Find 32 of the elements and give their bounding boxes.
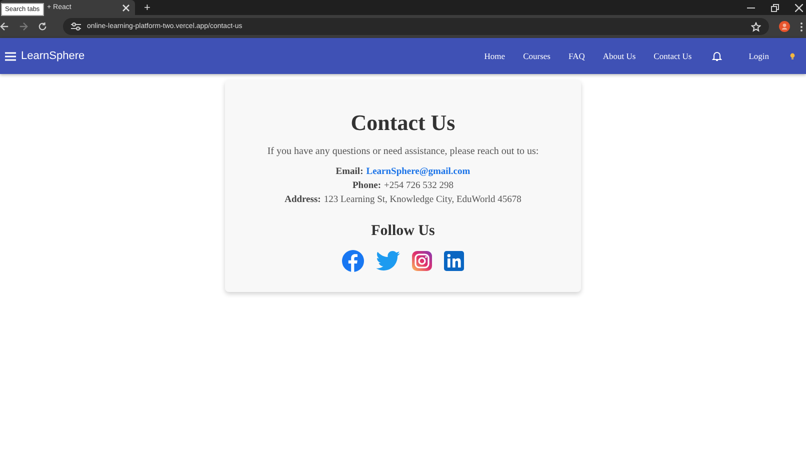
facebook-icon[interactable] <box>342 250 364 272</box>
more-icon[interactable] <box>800 22 803 32</box>
profile-avatar-icon[interactable] <box>779 21 790 32</box>
close-icon[interactable] <box>795 4 803 12</box>
back-icon[interactable] <box>0 22 9 31</box>
nav-link[interactable]: FAQ <box>568 51 585 61</box>
login-link[interactable]: Login <box>748 51 769 61</box>
reload-icon[interactable] <box>38 22 47 31</box>
bell-icon[interactable] <box>712 50 722 62</box>
star-icon[interactable] <box>751 22 761 32</box>
brand-name[interactable]: LearnSphere <box>21 50 85 62</box>
intro-text: If you have any questions or need assistance, please reach out to us: <box>267 146 539 157</box>
linkedin-icon[interactable] <box>444 251 464 271</box>
nav-link[interactable]: Courses <box>523 51 550 61</box>
bird-icon[interactable] <box>376 251 400 271</box>
menu-icon[interactable] <box>5 52 16 60</box>
lightbulb-icon[interactable] <box>790 52 795 60</box>
contact-detail: Phone: +254 726 532 298 <box>352 181 454 191</box>
email-label: Email: <box>336 167 364 177</box>
page-title: Contact Us <box>350 110 456 136</box>
close-icon[interactable] <box>122 4 130 12</box>
site-settings-icon[interactable] <box>71 22 81 31</box>
nav-link[interactable]: Contact Us <box>654 51 692 61</box>
new-tab-button[interactable]: + <box>144 2 150 14</box>
follow-heading: Follow Us <box>371 223 435 240</box>
camera-icon[interactable] <box>412 251 432 271</box>
email-link[interactable]: LearnSphere@gmail.com <box>366 167 470 177</box>
nav-link[interactable]: About Us <box>602 51 636 61</box>
forward-icon[interactable] <box>19 22 28 31</box>
restore-icon[interactable] <box>771 4 779 12</box>
nav-link[interactable]: Home <box>484 51 506 61</box>
contact-detail: Address: 123 Learning St, Knowledge City, EduWorld 45678 <box>284 195 522 205</box>
